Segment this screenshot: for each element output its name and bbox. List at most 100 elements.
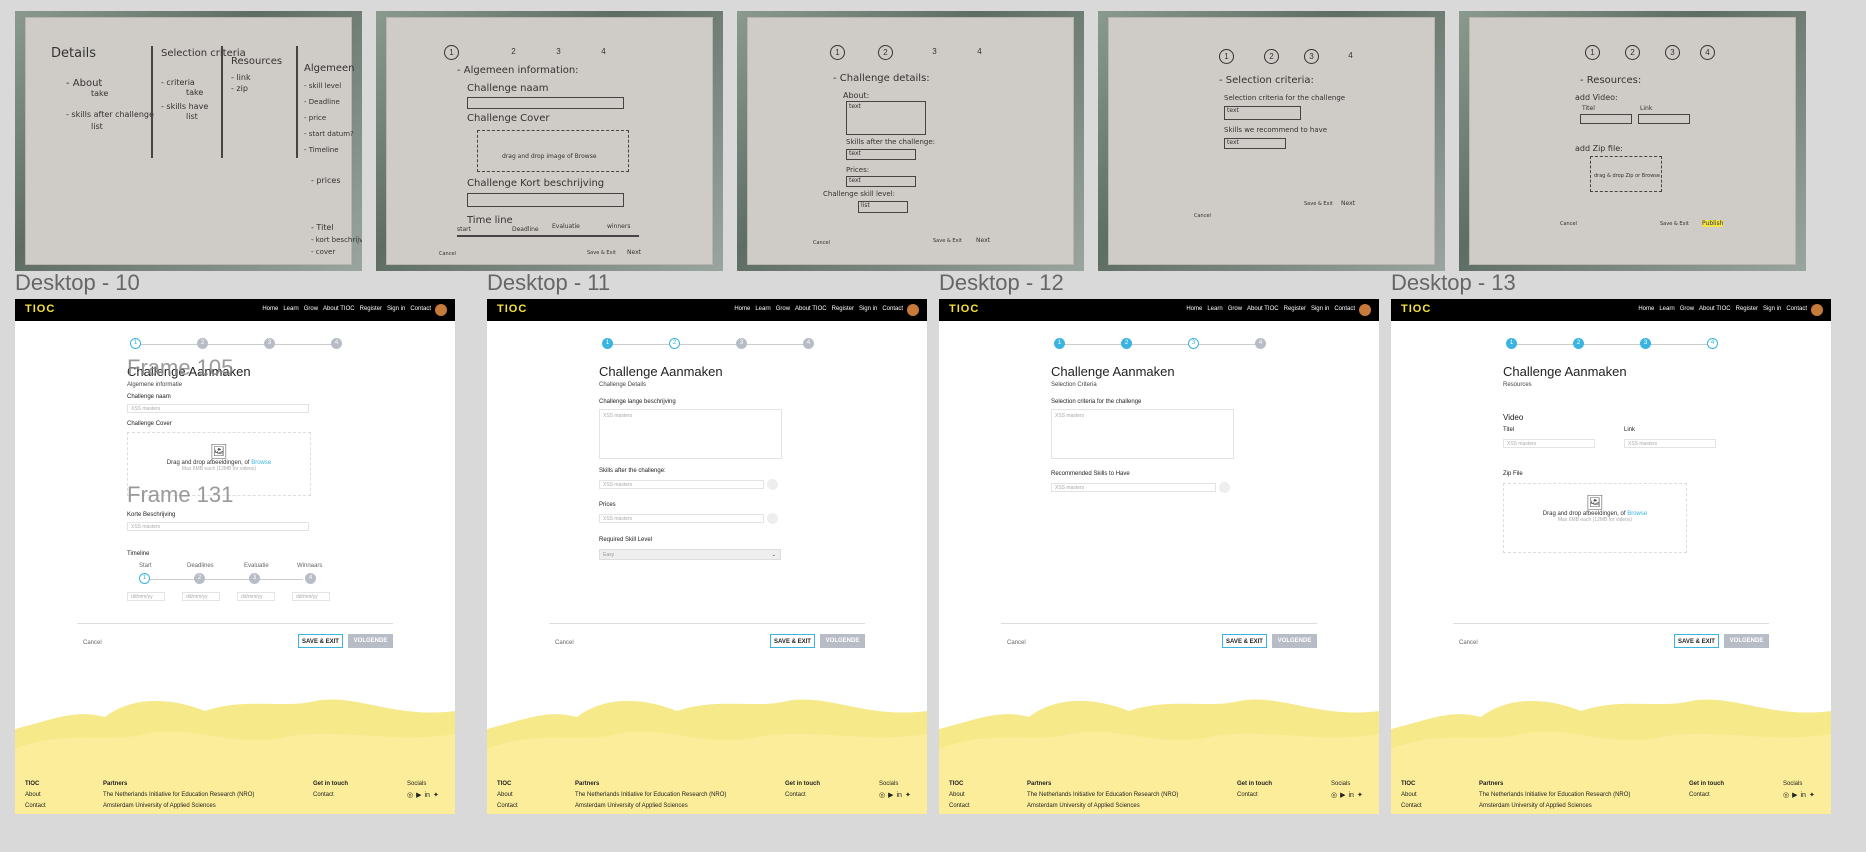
footer-link-about[interactable]: About <box>949 790 970 801</box>
linkedin-icon[interactable]: in <box>897 790 902 801</box>
step-4[interactable]: 4 <box>1255 338 1266 349</box>
linkedin-icon[interactable]: in <box>1349 790 1354 801</box>
nav-signin[interactable]: Sign in <box>1763 306 1781 312</box>
save-exit-button[interactable]: SAVE & EXIT <box>1222 634 1267 648</box>
step-1[interactable]: 1 <box>130 338 141 349</box>
timeline-step-2[interactable]: 2 <box>194 573 205 584</box>
nav-register[interactable]: Register <box>832 306 854 312</box>
zip-dropzone[interactable]: 🖼 Drag and drop afbeeldingen, of Browse … <box>1503 483 1687 553</box>
nav-about[interactable]: About TIOC <box>795 306 827 312</box>
footer-link-about[interactable]: About <box>1401 790 1422 801</box>
date-input[interactable]: dd/mm/yy <box>182 592 220 601</box>
footer-link-contact[interactable]: Contact <box>1237 790 1272 801</box>
linkedin-icon[interactable]: in <box>1801 790 1806 801</box>
timeline-step-4[interactable]: 4 <box>305 573 316 584</box>
nav-learn[interactable]: Learn <box>1207 306 1222 312</box>
footer-link-hva[interactable]: Amsterdam University of Applied Sciences <box>1027 801 1178 812</box>
logo[interactable]: TIOC <box>497 303 527 315</box>
recommended-skills-input[interactable]: XSS masters <box>1051 483 1216 492</box>
footer-link-contact[interactable]: Contact <box>949 801 970 812</box>
footer-link-contact[interactable]: Contact <box>785 790 820 801</box>
footer-link-contact[interactable]: Contact <box>313 790 348 801</box>
youtube-icon[interactable]: ▶ <box>416 790 421 801</box>
twitter-icon[interactable]: ✦ <box>905 790 911 801</box>
footer-link-contact[interactable]: Contact <box>25 801 46 812</box>
nav-contact[interactable]: Contact <box>882 306 903 312</box>
twitter-icon[interactable]: ✦ <box>433 790 439 801</box>
nav-register[interactable]: Register <box>360 306 382 312</box>
nav-about[interactable]: About TIOC <box>323 306 355 312</box>
nav-about[interactable]: About TIOC <box>1699 306 1731 312</box>
nav-signin[interactable]: Sign in <box>1311 306 1329 312</box>
footer-link-hva[interactable]: Amsterdam University of Applied Sciences <box>103 801 254 812</box>
cancel-button[interactable]: Cancel <box>1459 640 1478 646</box>
footer-link-contact[interactable]: Contact <box>1689 790 1724 801</box>
youtube-icon[interactable]: ▶ <box>1340 790 1345 801</box>
add-price-button[interactable] <box>767 513 778 524</box>
challenge-name-input[interactable]: XSS masters <box>127 404 309 413</box>
nav-about[interactable]: About TIOC <box>1247 306 1279 312</box>
timeline-step-3[interactable]: 3 <box>249 573 260 584</box>
youtube-icon[interactable]: ▶ <box>1792 790 1797 801</box>
step-2[interactable]: 2 <box>1121 338 1132 349</box>
nav-signin[interactable]: Sign in <box>859 306 877 312</box>
nav-grow[interactable]: Grow <box>304 306 318 312</box>
avatar[interactable] <box>1359 304 1371 316</box>
footer-link-hva[interactable]: Amsterdam University of Applied Sciences <box>1479 801 1630 812</box>
nav-home[interactable]: Home <box>262 306 278 312</box>
nav-contact[interactable]: Contact <box>410 306 431 312</box>
logo[interactable]: TIOC <box>1401 303 1431 315</box>
nav-home[interactable]: Home <box>1186 306 1202 312</box>
footer-link-contact[interactable]: Contact <box>497 801 518 812</box>
step-4[interactable]: 4 <box>331 338 342 349</box>
date-input[interactable]: dd/mm/yy <box>237 592 275 601</box>
step-3[interactable]: 3 <box>264 338 275 349</box>
step-2[interactable]: 2 <box>1573 338 1584 349</box>
nav-grow[interactable]: Grow <box>1680 306 1694 312</box>
add-skill-button[interactable] <box>1219 482 1230 493</box>
youtube-icon[interactable]: ▶ <box>888 790 893 801</box>
instagram-icon[interactable]: ◎ <box>1331 790 1337 801</box>
skills-input[interactable]: XSS masters <box>599 480 764 489</box>
logo[interactable]: TIOC <box>949 303 979 315</box>
step-2[interactable]: 2 <box>197 338 208 349</box>
date-input[interactable]: dd/mm/yy <box>127 592 165 601</box>
nav-home[interactable]: Home <box>734 306 750 312</box>
save-exit-button[interactable]: SAVE & EXIT <box>1674 634 1719 648</box>
next-button[interactable]: VOLGENDE <box>348 634 393 648</box>
step-3[interactable]: 3 <box>1188 338 1199 349</box>
save-exit-button[interactable]: SAVE & EXIT <box>770 634 815 648</box>
nav-home[interactable]: Home <box>1638 306 1654 312</box>
save-exit-button[interactable]: SAVE & EXIT <box>298 634 343 648</box>
footer-link-about[interactable]: About <box>25 790 46 801</box>
video-title-input[interactable]: XSS masters <box>1503 439 1595 448</box>
nav-learn[interactable]: Learn <box>283 306 298 312</box>
step-1[interactable]: 1 <box>602 338 613 349</box>
footer-link-nro[interactable]: The Netherlands Initiative for Education… <box>575 790 726 801</box>
footer-link-contact[interactable]: Contact <box>1401 801 1422 812</box>
date-input[interactable]: dd/mm/yy <box>292 592 330 601</box>
avatar[interactable] <box>435 304 447 316</box>
footer-link-nro[interactable]: The Netherlands Initiative for Education… <box>1027 790 1178 801</box>
criteria-textarea[interactable]: XSS masters <box>1051 409 1234 459</box>
step-4[interactable]: 4 <box>803 338 814 349</box>
cancel-button[interactable]: Cancel <box>555 640 574 646</box>
footer-link-nro[interactable]: The Netherlands Initiative for Education… <box>1479 790 1630 801</box>
nav-learn[interactable]: Learn <box>1659 306 1674 312</box>
logo[interactable]: TIOC <box>25 303 55 315</box>
cancel-button[interactable]: Cancel <box>1007 640 1026 646</box>
footer-link-hva[interactable]: Amsterdam University of Applied Sciences <box>575 801 726 812</box>
nav-register[interactable]: Register <box>1736 306 1758 312</box>
step-4[interactable]: 4 <box>1707 338 1718 349</box>
step-1[interactable]: 1 <box>1054 338 1065 349</box>
long-description-textarea[interactable]: XSS masters <box>599 409 782 459</box>
avatar[interactable] <box>907 304 919 316</box>
video-link-input[interactable]: XSS masters <box>1624 439 1716 448</box>
linkedin-icon[interactable]: in <box>425 790 430 801</box>
footer-link-nro[interactable]: The Netherlands Initiative for Education… <box>103 790 254 801</box>
timeline-step-1[interactable]: 1 <box>139 573 150 584</box>
nav-signin[interactable]: Sign in <box>387 306 405 312</box>
next-button[interactable]: VOLGENDE <box>1724 634 1769 648</box>
step-3[interactable]: 3 <box>736 338 747 349</box>
instagram-icon[interactable]: ◎ <box>1783 790 1789 801</box>
